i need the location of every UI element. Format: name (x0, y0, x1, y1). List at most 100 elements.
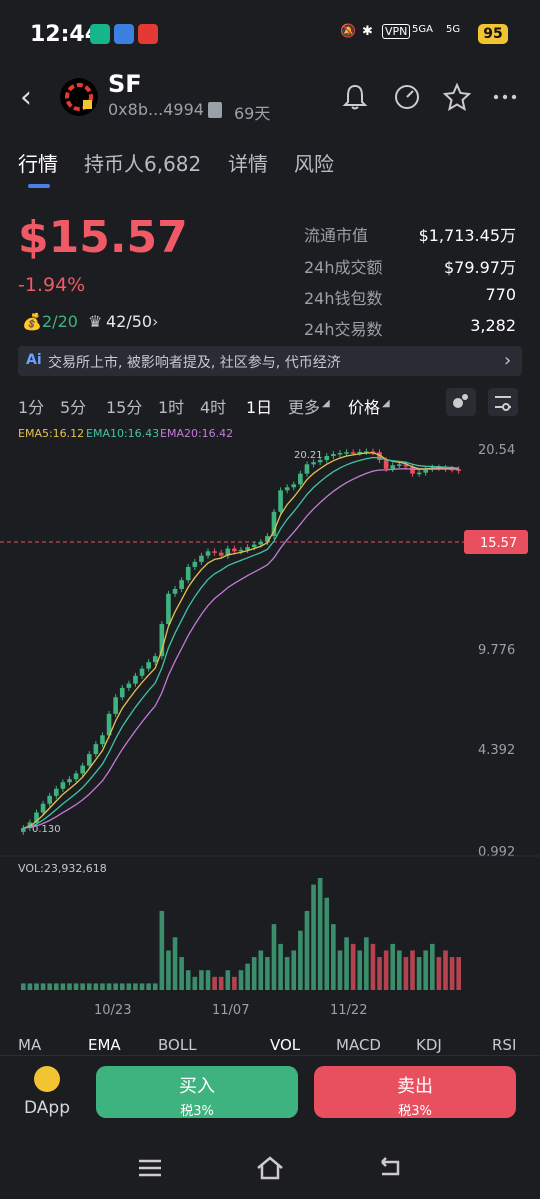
volume-bar (80, 983, 85, 990)
candle (40, 803, 46, 813)
chevron-right-icon[interactable]: › (504, 350, 511, 371)
timeframe-15m[interactable]: 15分 (106, 394, 142, 418)
candle (251, 544, 257, 548)
volume-bar (199, 970, 204, 990)
stat-label: 24h交易数 (304, 320, 383, 339)
candle (331, 454, 336, 457)
chart-style-button[interactable] (446, 388, 476, 416)
candle (20, 828, 26, 832)
current-price: $15.57 (18, 212, 188, 263)
stat-label: 流通市值 (304, 226, 369, 245)
volume-bar (119, 983, 125, 990)
candle (212, 551, 217, 553)
app-notification-icon (138, 24, 158, 44)
signal-5g: 5G (446, 24, 461, 35)
volume-bar (337, 950, 343, 990)
tab-risk[interactable]: 风险 (294, 148, 334, 177)
candle (86, 754, 92, 766)
stat-value: 3,282 (470, 316, 516, 335)
candles-group (20, 448, 462, 835)
price-chart[interactable]: EMA5:16.12 EMA10:16.43 EMA20:16.42 20.54… (0, 420, 540, 1040)
copy-icon[interactable] (208, 102, 222, 118)
candle (133, 675, 138, 684)
back-nav-icon[interactable] (376, 1156, 404, 1180)
candle (73, 773, 79, 780)
indicator-kdj[interactable]: KDJ (416, 1036, 442, 1054)
volume-bar (284, 957, 290, 990)
volume-bar (27, 983, 33, 990)
volume-bar (377, 957, 382, 990)
volume-bar (298, 930, 303, 990)
chevron-right-icon[interactable]: › (152, 312, 158, 331)
indicator-boll[interactable]: BOLL (158, 1036, 197, 1054)
candle (67, 779, 72, 783)
volume-bar (73, 983, 79, 990)
menu-icon[interactable] (136, 1156, 164, 1180)
timeframe-1m[interactable]: 1分 (18, 394, 44, 418)
candle (218, 552, 224, 556)
candle (139, 668, 145, 676)
dropdown-icon[interactable]: ◢ (322, 398, 330, 409)
candle (172, 588, 178, 594)
bag-score[interactable]: 2/20 (42, 312, 78, 331)
volume-bar (245, 963, 250, 990)
ema5-line (23, 452, 459, 829)
ema10-label: EMA10:16.43 (86, 427, 159, 440)
volume-bar (86, 983, 92, 990)
volume-bar (403, 957, 409, 990)
timeframe-4h[interactable]: 4时 (200, 394, 226, 418)
stat-label: 24h成交额 (304, 258, 383, 277)
timeframe-1h[interactable]: 1时 (158, 394, 184, 418)
candle (199, 555, 204, 562)
sell-button[interactable]: 卖出 税3% (314, 1066, 516, 1119)
volume-bar (311, 884, 316, 990)
ai-summary-text: 交易所上市, 被影响者提及, 社区参与, 代币经济 (48, 355, 341, 371)
x-tick: 10/23 (94, 1003, 131, 1018)
timeframe-5m[interactable]: 5分 (60, 394, 86, 418)
timeframe-more[interactable]: 更多 (288, 394, 320, 418)
buy-button[interactable]: 买入 税3% (96, 1066, 298, 1119)
volume-bar (324, 897, 330, 990)
tab-details[interactable]: 详情 (228, 148, 268, 177)
candle (47, 795, 52, 804)
stat-value: $79.97万 (444, 258, 516, 277)
volume-bar (456, 957, 462, 990)
volume-bar (364, 937, 369, 990)
more-icon[interactable] (490, 82, 520, 112)
timeframe-1d[interactable]: 1日 (246, 394, 272, 418)
dapp-label[interactable]: DApp (24, 1098, 70, 1118)
volume-bar (139, 983, 145, 990)
y-tick: 20.54 (478, 443, 515, 458)
candle (205, 551, 211, 556)
chart-settings-button[interactable] (488, 388, 518, 416)
candle (344, 452, 349, 454)
volume-bar (370, 943, 376, 990)
volume-bar (436, 957, 442, 990)
star-icon[interactable] (442, 82, 472, 112)
token-address[interactable]: 0x8b...4994 (108, 100, 204, 119)
candle (179, 580, 184, 589)
mute-icon: 🔕 (340, 24, 357, 39)
volume-bar (238, 970, 244, 990)
tab-holders[interactable]: 持币人6,682 (84, 148, 201, 177)
price-toggle[interactable]: 价格 (348, 394, 380, 418)
crown-score[interactable]: 42/50 (106, 312, 152, 331)
back-button[interactable]: ‹ (20, 80, 32, 115)
indicator-ma[interactable]: MA (18, 1036, 41, 1054)
volume-bar (430, 943, 435, 990)
candle (100, 735, 105, 745)
gauge-icon[interactable] (392, 82, 422, 112)
tab-market[interactable]: 行情 (18, 148, 58, 177)
volume-bar (390, 943, 396, 990)
indicator-ema[interactable]: EMA (88, 1036, 121, 1054)
volume-bar (350, 943, 356, 990)
bell-icon[interactable] (340, 82, 370, 112)
indicator-rsi[interactable]: RSI (492, 1036, 516, 1054)
indicator-vol[interactable]: VOL (270, 1036, 300, 1054)
volume-bar (67, 983, 72, 990)
candle (53, 788, 59, 796)
dapp-icon[interactable] (34, 1066, 60, 1092)
home-icon[interactable] (254, 1154, 286, 1182)
indicator-macd[interactable]: MACD (336, 1036, 381, 1054)
dropdown-icon[interactable]: ◢ (382, 398, 390, 409)
